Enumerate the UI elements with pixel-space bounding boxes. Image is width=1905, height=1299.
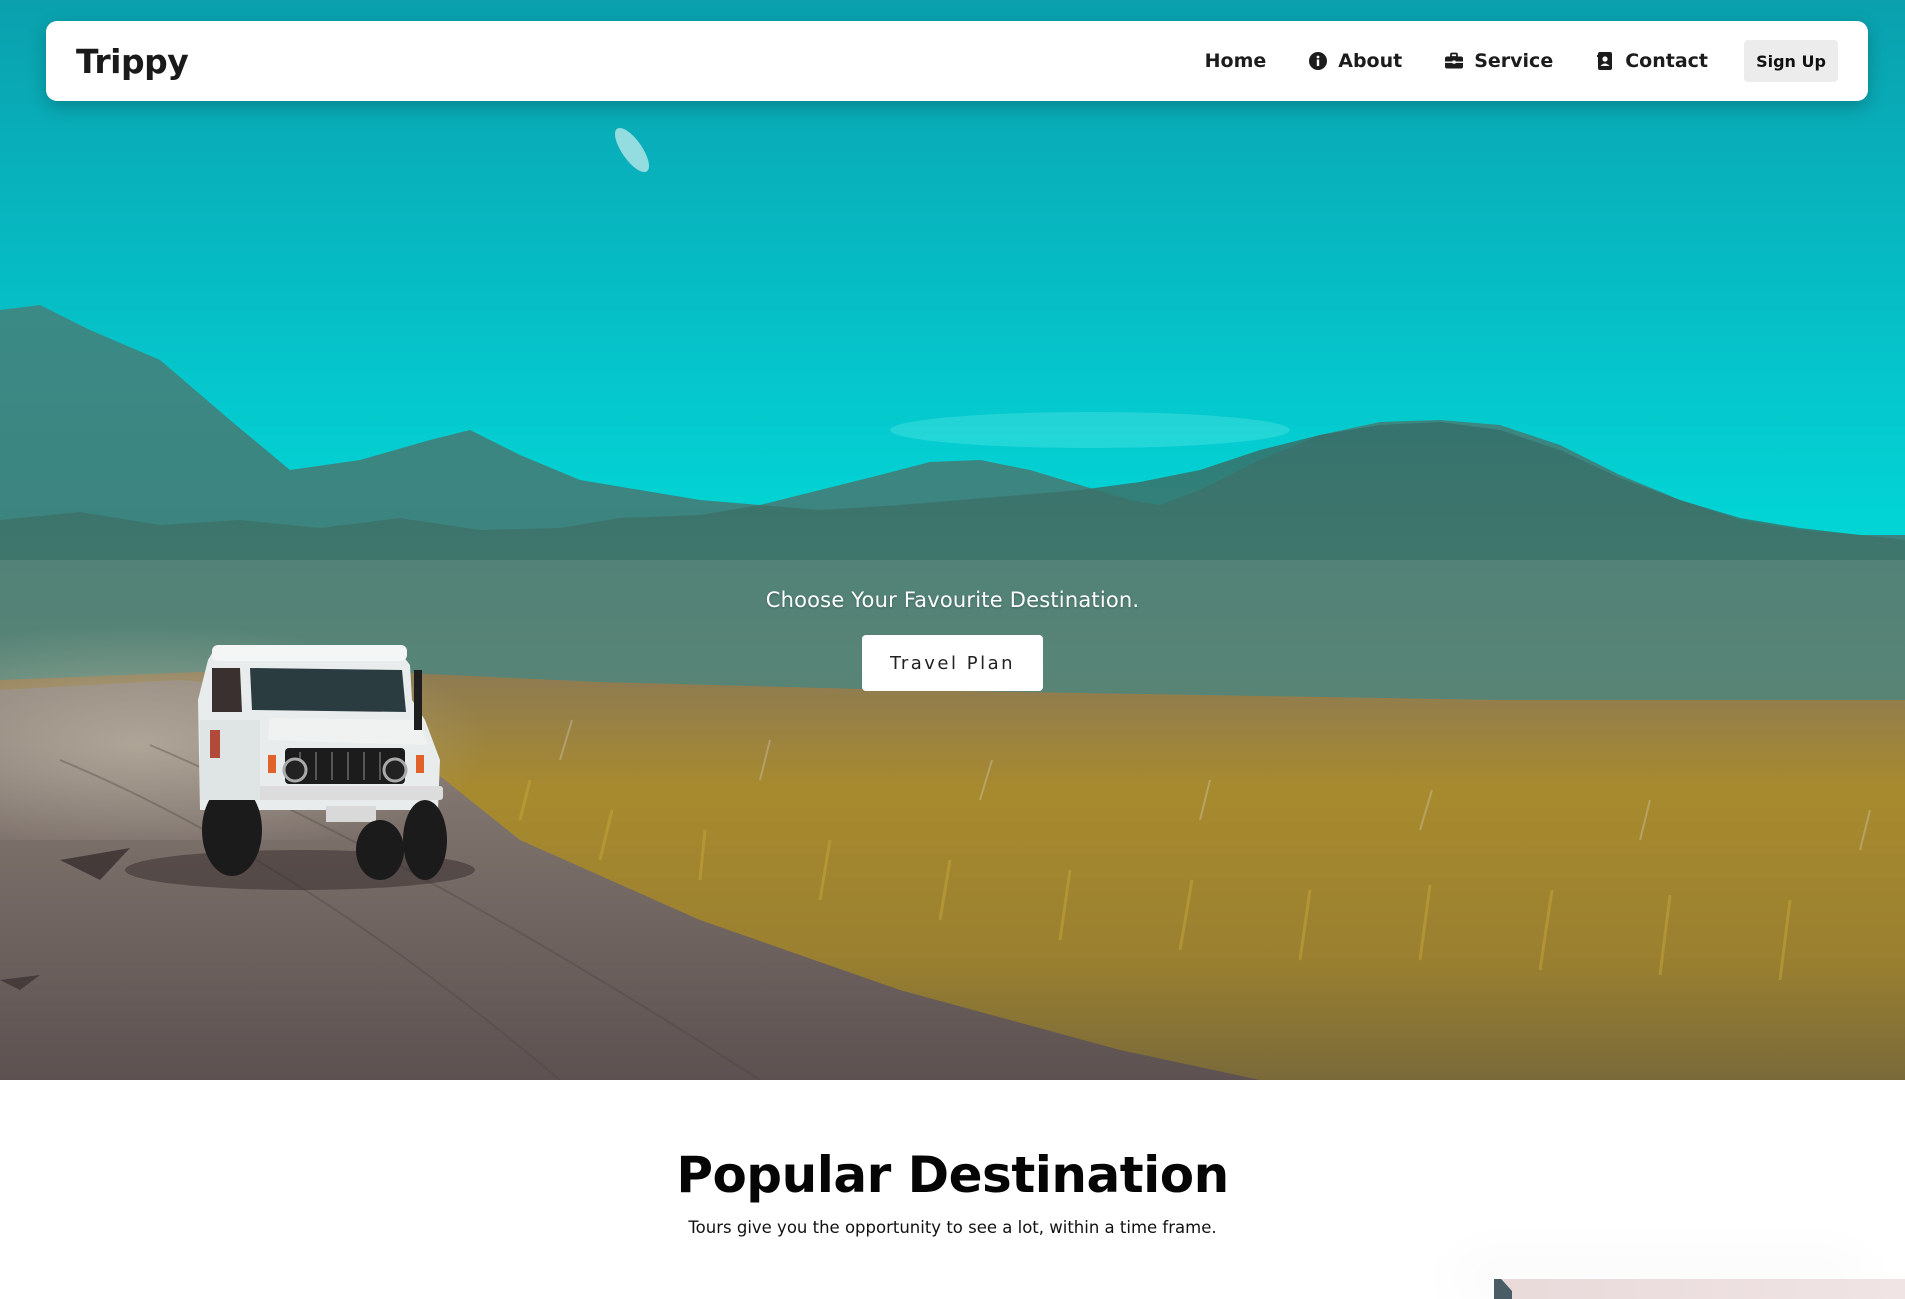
- destination-card-image[interactable]: [1494, 1279, 1905, 1299]
- signup-button[interactable]: Sign Up: [1744, 40, 1838, 82]
- nav-item-label: Home: [1204, 50, 1267, 72]
- section-title: Popular Destination: [676, 1146, 1229, 1204]
- main-nav: Home About Service Contact Sign Up: [1163, 40, 1838, 82]
- hero-tagline: Choose Your Favourite Destination.: [765, 588, 1140, 612]
- section-subtitle: Tours give you the opportunity to see a …: [688, 1218, 1217, 1237]
- nav-item-label: About: [1338, 50, 1403, 72]
- nav-item-label: Service: [1474, 50, 1554, 72]
- nav-item-home[interactable]: Home: [1205, 50, 1267, 72]
- brand-logo[interactable]: Trippy: [76, 42, 189, 81]
- popular-destination-section: Popular Destination Tours give you the o…: [0, 1080, 1905, 1299]
- hero-landscape-jeep-image: [0, 0, 1905, 1080]
- nav-item-about[interactable]: About: [1308, 50, 1402, 72]
- nav-item-contact[interactable]: Contact: [1595, 50, 1708, 72]
- contact-book-icon: [1595, 51, 1615, 71]
- hero-content: Choose Your Favourite Destination. Trave…: [0, 588, 1905, 691]
- nav-item-label: Contact: [1625, 50, 1708, 72]
- travel-plan-button[interactable]: Travel Plan: [862, 635, 1043, 691]
- briefcase-icon: [1444, 51, 1464, 71]
- info-icon: [1308, 51, 1328, 71]
- navbar: Trippy Home About Service Contact Sign U…: [46, 21, 1868, 101]
- hero-section: [0, 0, 1905, 1080]
- nav-item-service[interactable]: Service: [1444, 50, 1553, 72]
